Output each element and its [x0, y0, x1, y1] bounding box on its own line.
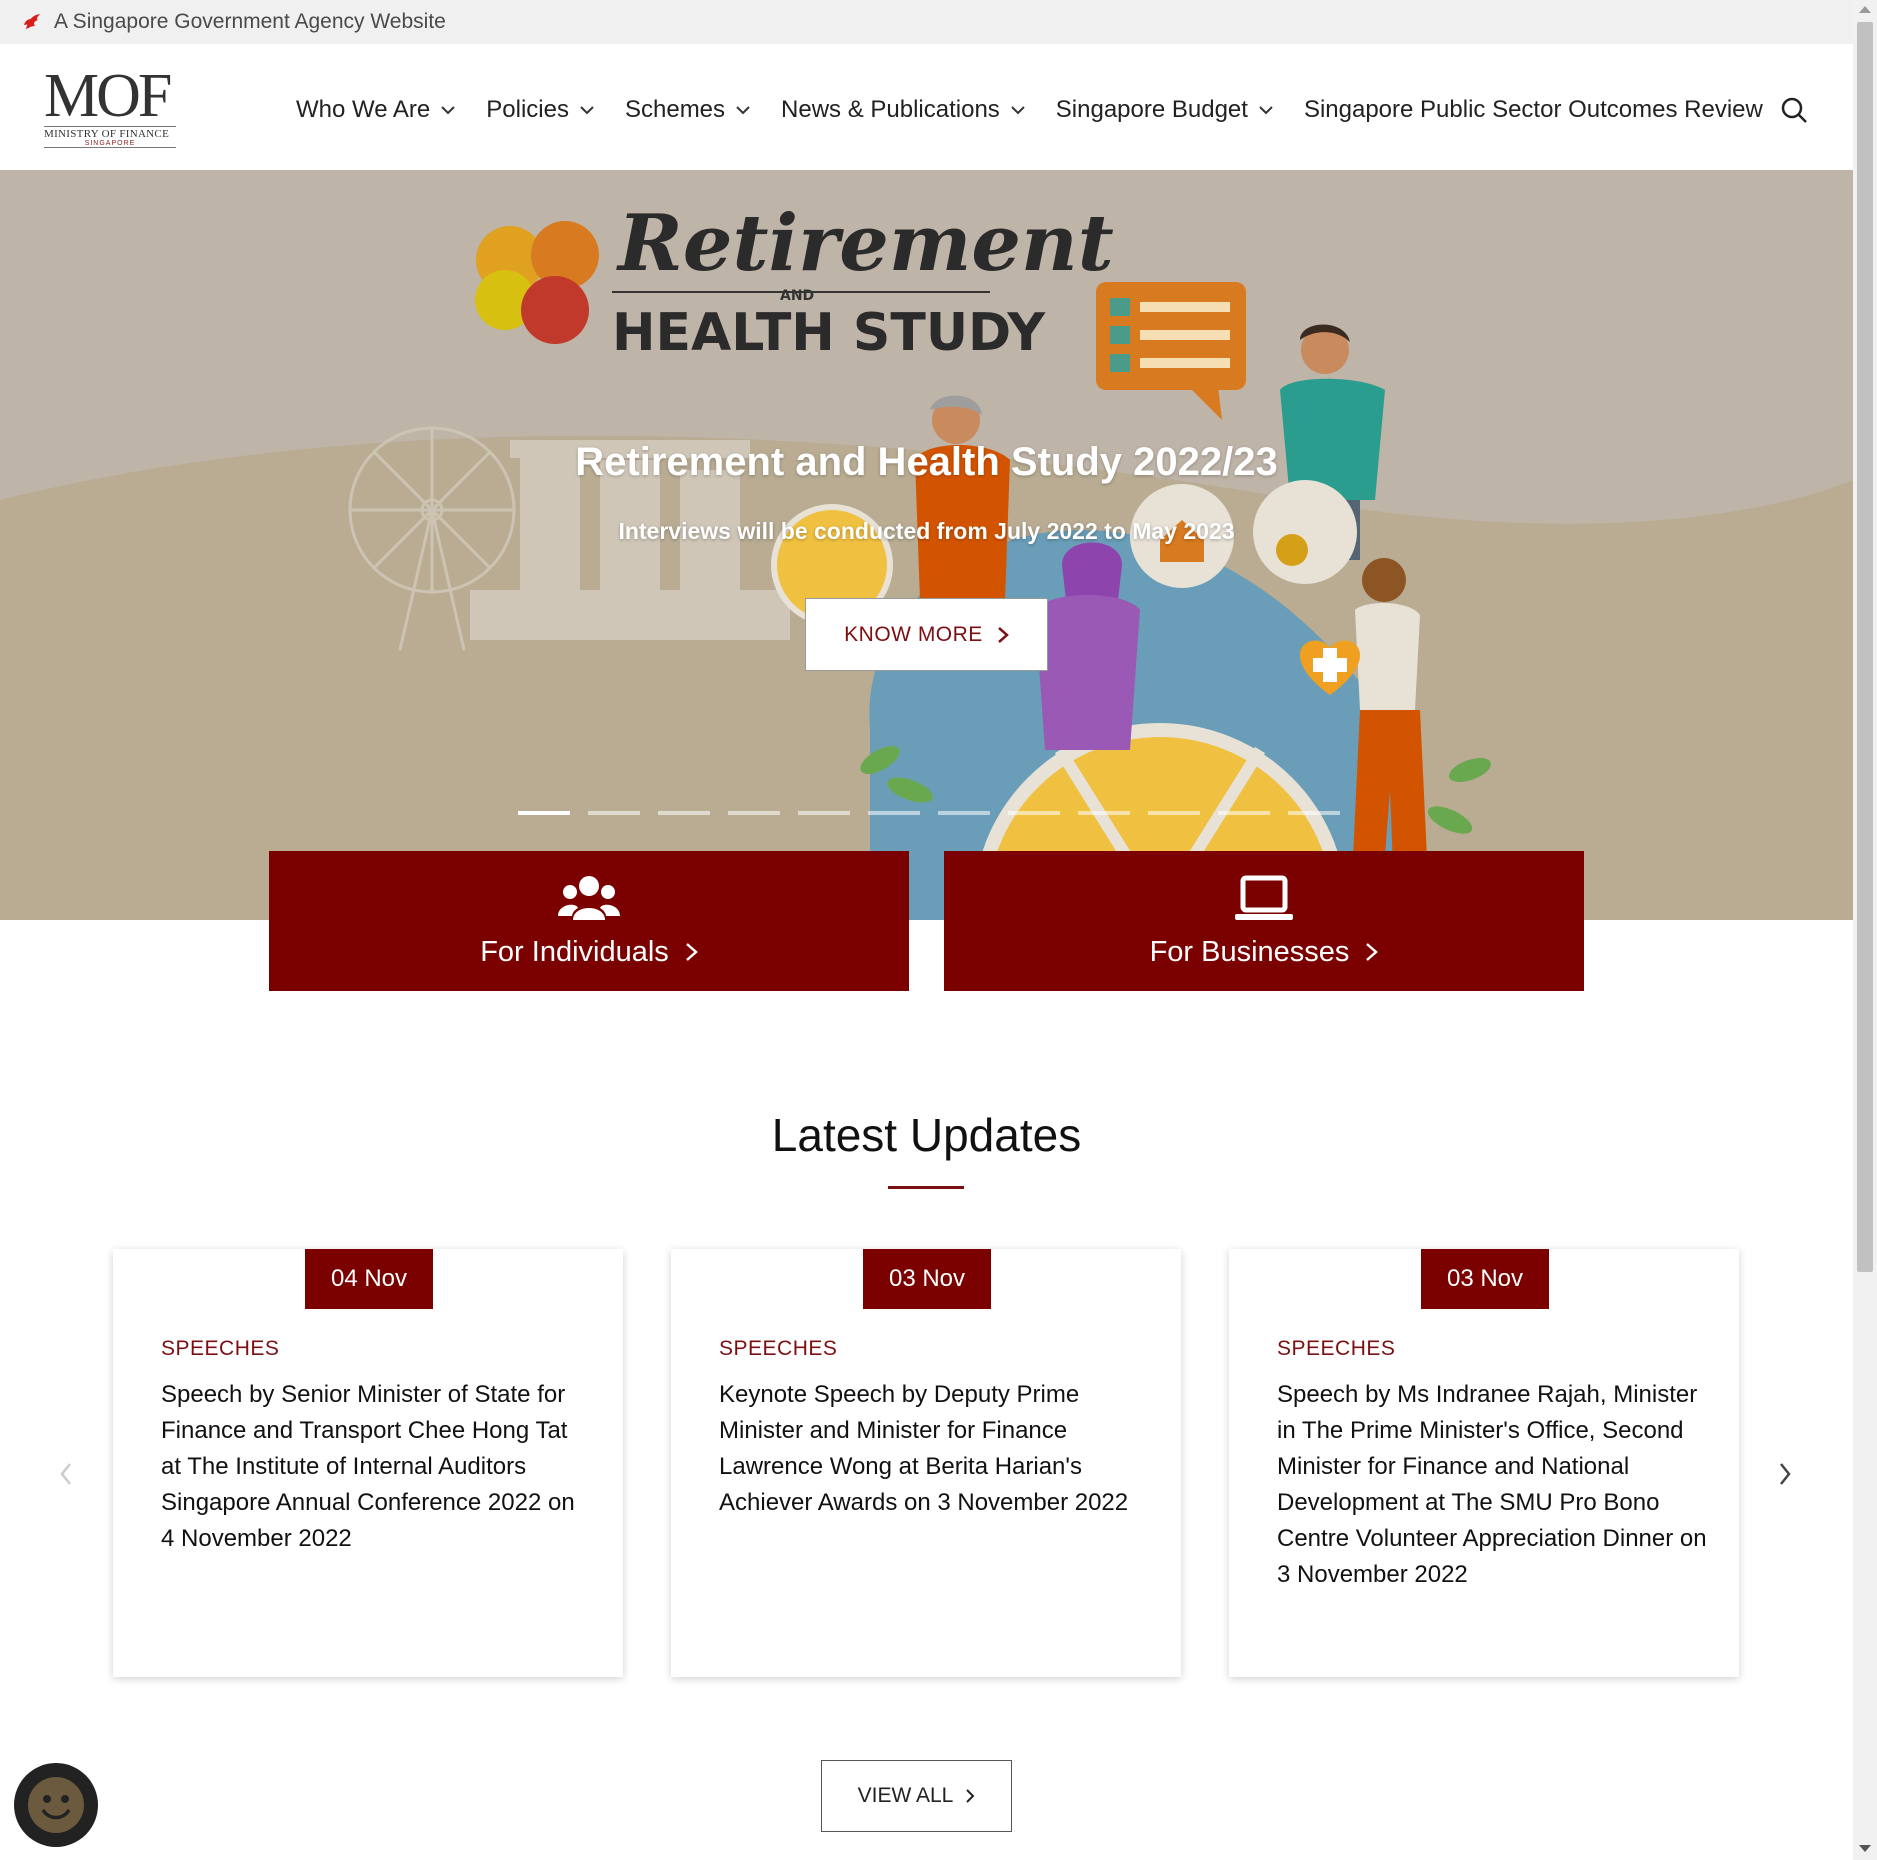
- nav-item-label: News & Publications: [781, 96, 1000, 123]
- logo-mof-text: MOF: [44, 62, 172, 130]
- for-businesses-label: For Businesses: [1149, 935, 1350, 968]
- carousel-dot[interactable]: [1148, 811, 1200, 815]
- carousel-dot[interactable]: [938, 811, 990, 815]
- nav-item-label: Who We Are: [296, 96, 431, 123]
- title-divider: [888, 1186, 964, 1189]
- latest-updates-title: Latest Updates: [771, 1109, 1082, 1161]
- nav-schemes[interactable]: Schemes: [625, 96, 751, 124]
- svg-text:AND: AND: [780, 288, 814, 304]
- update-card[interactable]: 03 Nov SPEECHES Speech by Ms Indranee Ra…: [1229, 1249, 1739, 1677]
- carousel-next-icon[interactable]: [1775, 1460, 1795, 1488]
- update-date: 04 Nov: [305, 1249, 433, 1309]
- carousel-prev-icon[interactable]: [56, 1460, 76, 1488]
- chevron-down-icon: [1259, 106, 1273, 115]
- gov-banner-text: A Singapore Government Agency Website: [54, 10, 446, 33]
- main-nav: Who We Are Policies Schemes News & Publi…: [296, 90, 1793, 130]
- chevron-down-icon: [736, 106, 750, 115]
- logo-country-text: SINGAPORE: [44, 140, 176, 148]
- update-headline[interactable]: Speech by Senior Minister of State for F…: [161, 1377, 591, 1557]
- lion-head-icon: [24, 14, 40, 29]
- update-card[interactable]: 04 Nov SPEECHES Speech by Senior Ministe…: [113, 1249, 623, 1677]
- carousel-dot[interactable]: [588, 811, 640, 815]
- chatbot-button[interactable]: [14, 1763, 98, 1847]
- view-all-button[interactable]: VIEW ALL: [821, 1760, 1012, 1832]
- hero-title: Retirement and Health Study 2022/23: [575, 440, 1278, 484]
- hero-illustration: Retirement AND HEALTH STUDY: [0, 198, 1853, 920]
- nav-singapore-budget[interactable]: Singapore Budget: [1056, 96, 1274, 124]
- search-icon[interactable]: [1780, 96, 1808, 124]
- update-headline[interactable]: Speech by Ms Indranee Rajah, Minister in…: [1277, 1377, 1707, 1593]
- nav-outcomes-review[interactable]: Singapore Public Sector Outcomes Review: [1304, 96, 1763, 124]
- nav-item-label: Singapore Public Sector Outcomes Review: [1303, 96, 1763, 123]
- update-category: SPEECHES: [719, 1337, 838, 1360]
- nav-policies[interactable]: Policies: [486, 96, 595, 124]
- carousel-dot[interactable]: [1218, 811, 1270, 815]
- nav-item-label: Policies: [486, 96, 569, 123]
- people-group-icon: [558, 875, 620, 920]
- carousel-dot[interactable]: [868, 811, 920, 815]
- mof-logo[interactable]: MOF MINISTRY OF FINANCE SINGAPORE: [44, 62, 176, 148]
- update-card[interactable]: 03 Nov SPEECHES Keynote Speech by Deputy…: [671, 1249, 1181, 1677]
- page-scrollbar[interactable]: [1853, 0, 1877, 1860]
- scroll-down-arrow-icon[interactable]: [1859, 1845, 1871, 1852]
- for-businesses-card[interactable]: For Businesses: [944, 851, 1584, 991]
- update-date: 03 Nov: [1421, 1249, 1549, 1309]
- hero-carousel: Retirement AND HEALTH STUDY Retirement a…: [0, 170, 1853, 920]
- carousel-dot[interactable]: [658, 811, 710, 815]
- carousel-dot[interactable]: [1078, 811, 1130, 815]
- view-all-label: VIEW ALL: [857, 1784, 954, 1807]
- know-more-label: KNOW MORE: [844, 622, 983, 646]
- chevron-down-icon: [580, 106, 594, 115]
- chevron-right-icon: [998, 626, 1009, 643]
- svg-text:Retirement: Retirement: [616, 198, 1114, 289]
- update-headline[interactable]: Keynote Speech by Deputy Prime Minister …: [719, 1377, 1149, 1521]
- carousel-dots: [518, 811, 1358, 815]
- for-individuals-card[interactable]: For Individuals: [269, 851, 909, 991]
- hero-subtitle: Interviews will be conducted from July 2…: [618, 518, 1235, 544]
- smiley-face-icon: [28, 1777, 84, 1833]
- carousel-dot[interactable]: [728, 811, 780, 815]
- scroll-up-arrow-icon[interactable]: [1859, 6, 1871, 13]
- nav-item-label: Schemes: [624, 96, 726, 123]
- svg-text:HEALTH STUDY: HEALTH STUDY: [612, 303, 1046, 363]
- nav-news-publications[interactable]: News & Publications: [781, 96, 1026, 124]
- update-category: SPEECHES: [161, 1337, 280, 1360]
- site-header: MOF MINISTRY OF FINANCE SINGAPORE Who We…: [0, 44, 1853, 170]
- chevron-right-icon: [685, 943, 698, 961]
- carousel-dot[interactable]: [518, 811, 570, 815]
- chevron-down-icon: [1011, 106, 1025, 115]
- update-category: SPEECHES: [1277, 1337, 1396, 1360]
- nav-item-label: Singapore Budget: [1055, 96, 1248, 123]
- logo-ministry-text: MINISTRY OF FINANCE: [44, 126, 176, 140]
- gov-banner: A Singapore Government Agency Website: [0, 0, 1853, 44]
- update-date: 03 Nov: [863, 1249, 991, 1309]
- scrollbar-thumb[interactable]: [1857, 22, 1873, 1272]
- nav-who-we-are[interactable]: Who We Are: [296, 96, 456, 124]
- for-individuals-label: For Individuals: [480, 935, 669, 968]
- chevron-down-icon: [441, 106, 455, 115]
- chevron-right-icon: [966, 1789, 975, 1803]
- chevron-right-icon: [1366, 943, 1379, 961]
- carousel-dot[interactable]: [1288, 811, 1340, 815]
- carousel-dot[interactable]: [798, 811, 850, 815]
- laptop-icon: [1235, 875, 1293, 920]
- carousel-dot[interactable]: [1008, 811, 1060, 815]
- know-more-button[interactable]: KNOW MORE: [805, 598, 1048, 671]
